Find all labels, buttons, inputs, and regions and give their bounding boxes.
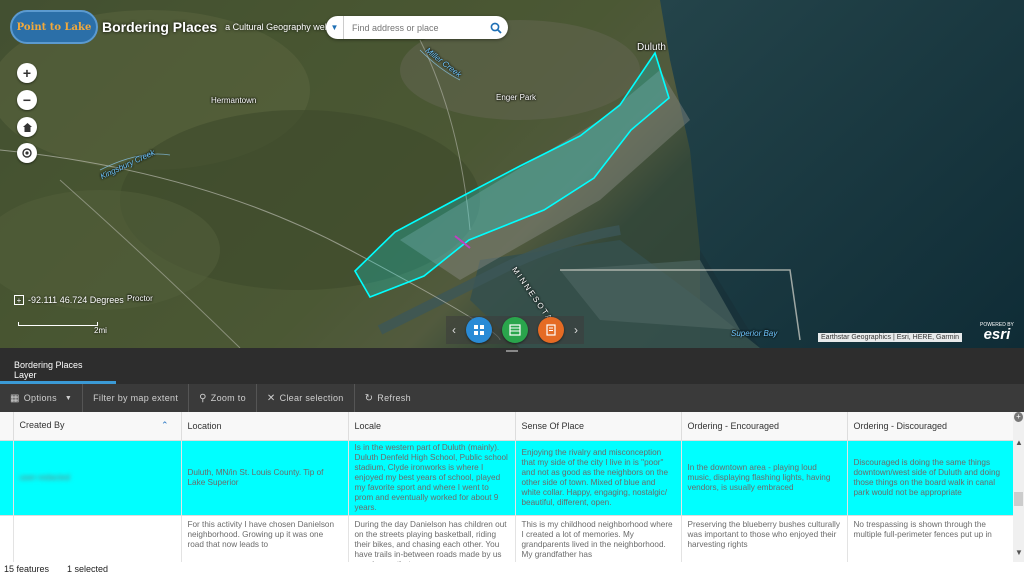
feature-count: 15 features: [4, 564, 50, 574]
scroll-thumb[interactable]: [1014, 492, 1023, 506]
row-selector[interactable]: [0, 440, 14, 515]
column-header-created-by[interactable]: Created By ⌃: [13, 412, 182, 441]
coordinate-readout: + -92.111 46.724 Degrees: [14, 295, 124, 305]
refresh-button[interactable]: ↻ Refresh: [355, 384, 421, 412]
app-window: Duluth Hermantown Enger Park Miller Cree…: [0, 0, 1024, 576]
column-header-ordering-discouraged[interactable]: Ordering - Discouraged: [847, 412, 1014, 441]
table-row[interactable]: For this activity I have chosen Danielso…: [0, 514, 1014, 562]
caret-down-icon: ▼: [330, 23, 339, 32]
scroll-down-icon[interactable]: ▼: [1015, 548, 1023, 557]
plus-icon: +: [22, 65, 32, 81]
esri-name: esri: [983, 326, 1011, 343]
map-label-enger-park: Enger Park: [496, 93, 537, 102]
add-column-icon[interactable]: +: [1014, 412, 1023, 422]
column-header-ordering-encouraged[interactable]: Ordering - Encouraged: [681, 412, 848, 441]
grid-menu-icon: ▦: [10, 392, 20, 404]
table-icon: [509, 324, 521, 336]
search-source-dropdown[interactable]: ▼: [326, 16, 344, 39]
redacted-username: user-redacted: [19, 472, 71, 482]
edit-widget-button[interactable]: [538, 317, 564, 343]
panel-tab-bar: Bordering Places Layer: [0, 348, 1024, 384]
map-view[interactable]: Duluth Hermantown Enger Park Miller Cree…: [0, 0, 1024, 348]
selected-count: 1 selected: [67, 564, 109, 574]
cell-created-by: [13, 514, 182, 562]
attribute-table-panel: Bordering Places Layer ▦ Options ▼ Filte…: [0, 348, 1024, 576]
scale-label: 2mi: [94, 326, 107, 335]
column-header-sense-of-place[interactable]: Sense Of Place: [515, 412, 682, 441]
scroll-up-icon[interactable]: ▲: [1015, 438, 1023, 447]
locate-icon: [22, 148, 32, 158]
search-widget: ▼: [326, 16, 508, 39]
search-button[interactable]: [484, 16, 508, 39]
cell-location: Duluth, MN/in St. Louis County. Tip of L…: [181, 440, 349, 515]
status-bar: 15 features 1 selected: [0, 562, 1024, 576]
map-label-duluth: Duluth: [637, 42, 666, 53]
cell-locale: Is in the western part of Duluth (mainly…: [348, 440, 516, 515]
table-scrollbar[interactable]: + ▲ ▼: [1013, 412, 1024, 562]
home-icon: [22, 122, 32, 132]
refresh-label: Refresh: [377, 393, 411, 403]
minus-icon: −: [22, 92, 32, 108]
cell-ordering-discouraged: Discouraged is doing the same things dow…: [847, 440, 1014, 515]
scale-bar: [18, 322, 98, 326]
home-button[interactable]: [17, 117, 37, 137]
cell-ordering-encouraged: In the downtown area - playing loud musi…: [681, 440, 848, 515]
grid-widget-button[interactable]: [466, 317, 492, 343]
app-header: Point to Lake Bordering Places a Cultura…: [10, 9, 347, 45]
refresh-icon: ↻: [364, 392, 374, 404]
zoom-in-button[interactable]: +: [17, 63, 37, 83]
cell-sense-of-place: This is my childhood neighborhood where …: [515, 514, 682, 562]
attribute-table-button[interactable]: [502, 317, 528, 343]
column-header-locale[interactable]: Locale: [348, 412, 516, 441]
cell-ordering-discouraged: No trespassing is shown through the mult…: [847, 514, 1014, 562]
cell-created-by: user-redacted: [13, 440, 182, 515]
map-attribution: Earthstar Geographics | Esri, HERE, Garm…: [818, 333, 962, 342]
table-toolbar: ▦ Options ▼ Filter by map extent ⚲ Zoom …: [0, 384, 1024, 412]
zoom-to-button[interactable]: ⚲ Zoom to: [189, 384, 257, 412]
zoom-to-label: Zoom to: [210, 393, 246, 403]
filter-by-extent-button[interactable]: Filter by map extent: [83, 384, 190, 412]
search-icon: [490, 22, 502, 34]
cell-ordering-encouraged: Preserving the blueberry bushes cultural…: [681, 514, 848, 562]
locate-button[interactable]: [17, 143, 37, 163]
map-label-proctor: Proctor: [127, 294, 153, 303]
grid-icon: [474, 325, 484, 335]
caret-down-icon: ▼: [64, 394, 73, 402]
table-row[interactable]: user-redacted Duluth, MN/in St. Louis Co…: [0, 440, 1014, 515]
satellite-imagery: [0, 0, 1024, 348]
close-icon: ✕: [266, 392, 276, 404]
carousel-prev-icon[interactable]: ‹: [452, 323, 456, 337]
table-header-row: Created By ⌃ Location Locale Sense Of Pl…: [0, 412, 1014, 441]
cell-locale: During the day Danielson has children ou…: [348, 514, 516, 562]
edit-icon: [546, 324, 556, 336]
cell-sense-of-place: Enjoying the rivalry and misconception t…: [515, 440, 682, 515]
crosshair-icon[interactable]: +: [14, 295, 24, 305]
map-label-hermantown: Hermantown: [211, 96, 257, 105]
column-header-location[interactable]: Location: [181, 412, 349, 441]
zoom-out-button[interactable]: −: [17, 90, 37, 110]
row-selector[interactable]: [0, 514, 14, 562]
widget-carousel: ‹ ›: [446, 316, 584, 344]
column-label: Created By: [19, 420, 65, 431]
map-pin-icon: ⚲: [199, 392, 207, 404]
options-label: Options: [23, 393, 57, 403]
logo-text: Point to Lake: [16, 21, 92, 33]
clear-selection-label: Clear selection: [279, 393, 344, 403]
esri-logo[interactable]: POWERED BY esri: [980, 322, 1014, 342]
search-input[interactable]: [344, 17, 484, 38]
carousel-next-icon[interactable]: ›: [574, 323, 578, 337]
app-title: Bordering Places: [102, 19, 218, 35]
panel-resize-handle[interactable]: [506, 350, 518, 352]
cell-location: For this activity I have chosen Danielso…: [181, 514, 349, 562]
sort-ascending-icon[interactable]: ⌃: [161, 420, 169, 431]
clear-selection-button[interactable]: ✕ Clear selection: [257, 384, 355, 412]
tab-bordering-places-layer[interactable]: Bordering Places Layer: [0, 358, 116, 384]
options-menu[interactable]: ▦ Options ▼: [0, 384, 84, 412]
filter-label: Filter by map extent: [93, 393, 179, 403]
coordinate-text: -92.111 46.724 Degrees: [28, 295, 124, 305]
attribute-table: Created By ⌃ Location Locale Sense Of Pl…: [0, 412, 1024, 562]
select-column-header: [0, 412, 14, 441]
map-label-superior-bay: Superior Bay: [731, 329, 778, 338]
app-logo[interactable]: Point to Lake: [10, 10, 98, 44]
